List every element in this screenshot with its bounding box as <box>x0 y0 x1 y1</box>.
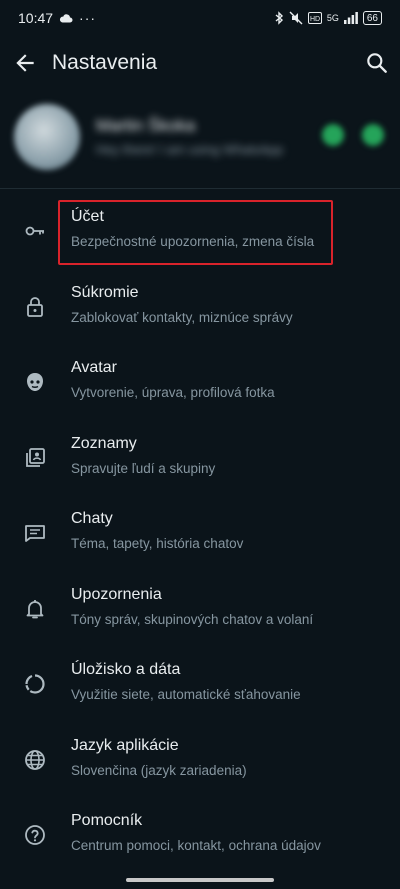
menu-item-label: Pomocník <box>71 812 143 829</box>
svg-text:HD: HD <box>310 16 320 23</box>
more-notifications-icon: ··· <box>79 10 97 26</box>
globe-icon <box>22 747 48 773</box>
storage-icon <box>22 671 48 697</box>
menu-item-label: Chaty <box>71 510 113 527</box>
profile-name: Martin Škoka <box>96 116 196 135</box>
search-icon[interactable] <box>364 50 390 76</box>
divider <box>0 188 400 189</box>
lock-icon <box>22 294 48 320</box>
bluetooth-icon <box>274 11 284 25</box>
menu-item-subtitle: Zablokovať kontakty, miznúce správy <box>71 309 293 325</box>
menu-item-subtitle: Využitie siete, automatické sťahovanie <box>71 687 301 702</box>
menu-item-subtitle: Tóny správ, skupinových chatov a volaní <box>71 611 314 627</box>
key-icon <box>22 218 48 244</box>
menu-item-privacy[interactable]: Súkromie Zablokovať kontakty, miznúce sp… <box>0 272 400 348</box>
battery-level: 66 <box>366 12 378 24</box>
status-time: 10:47 <box>18 10 54 26</box>
app-bar: Nastavenia <box>0 36 400 92</box>
menu-item-label: Jazyk aplikácie <box>71 736 179 754</box>
navigation-handle[interactable] <box>126 878 274 882</box>
avatar-icon <box>22 369 48 395</box>
menu-item-subtitle: Téma, tapety, história chatov <box>71 536 244 551</box>
status-bar-left: 10:47 ··· <box>18 10 96 26</box>
battery-indicator: 66 <box>362 11 382 25</box>
add-account-icon[interactable] <box>362 124 384 146</box>
menu-item-lists[interactable]: Zoznamy Spravujte ľudí a skupiny <box>0 423 400 499</box>
settings-menu: Účet Bezpečnostné upozornenia, zmena čís… <box>0 196 400 876</box>
mute-icon <box>289 11 303 25</box>
network-type: 5G <box>326 13 339 23</box>
qr-code-icon[interactable] <box>322 124 344 146</box>
menu-item-label: Upozornenia <box>71 585 162 603</box>
menu-item-help[interactable]: Pomocník Centrum pomoci, kontakt, ochran… <box>0 800 400 876</box>
menu-item-subtitle: Vytvorenie, úprava, profilová fotka <box>71 385 275 400</box>
signal-icon <box>343 12 358 24</box>
menu-item-label: Avatar <box>71 359 117 376</box>
menu-item-label: Súkromie <box>71 283 139 301</box>
menu-item-subtitle: Slovenčina (jazyk zariadenia) <box>71 762 247 778</box>
help-icon <box>22 822 48 848</box>
bell-icon <box>22 596 48 622</box>
menu-item-label: Účet <box>71 208 104 225</box>
profile-card[interactable]: Martin Škoka Hey there! I am using Whats… <box>0 96 400 182</box>
menu-item-language[interactable]: Jazyk aplikácie Slovenčina (jazyk zariad… <box>0 725 400 801</box>
back-arrow-icon[interactable] <box>12 50 38 76</box>
menu-item-notifications[interactable]: Upozornenia Tóny správ, skupinových chat… <box>0 574 400 650</box>
menu-item-label: Zoznamy <box>71 434 137 452</box>
chat-icon <box>22 520 48 546</box>
menu-item-chats[interactable]: Chaty Téma, tapety, história chatov <box>0 498 400 574</box>
status-bar-right: HD 5G 66 <box>274 11 382 25</box>
page-title: Nastavenia <box>52 51 158 74</box>
lists-icon <box>22 445 48 471</box>
menu-item-avatar[interactable]: Avatar Vytvorenie, úprava, profilová fot… <box>0 347 400 423</box>
avatar[interactable] <box>14 104 80 170</box>
menu-item-label: Úložisko a dáta <box>71 661 181 678</box>
menu-item-storage[interactable]: Úložisko a dáta Využitie siete, automati… <box>0 649 400 725</box>
cloud-icon <box>59 13 73 23</box>
menu-item-subtitle: Centrum pomoci, kontakt, ochrana údajov <box>71 838 321 853</box>
menu-item-subtitle: Spravujte ľudí a skupiny <box>71 460 216 476</box>
volte-icon: HD <box>307 12 322 24</box>
menu-item-account[interactable]: Účet Bezpečnostné upozornenia, zmena čís… <box>0 196 400 272</box>
profile-about: Hey there! I am using WhatsApp <box>96 142 284 157</box>
menu-item-subtitle: Bezpečnostné upozornenia, zmena čísla <box>71 234 315 249</box>
status-bar: 10:47 ··· HD 5G 66 <box>0 0 400 36</box>
